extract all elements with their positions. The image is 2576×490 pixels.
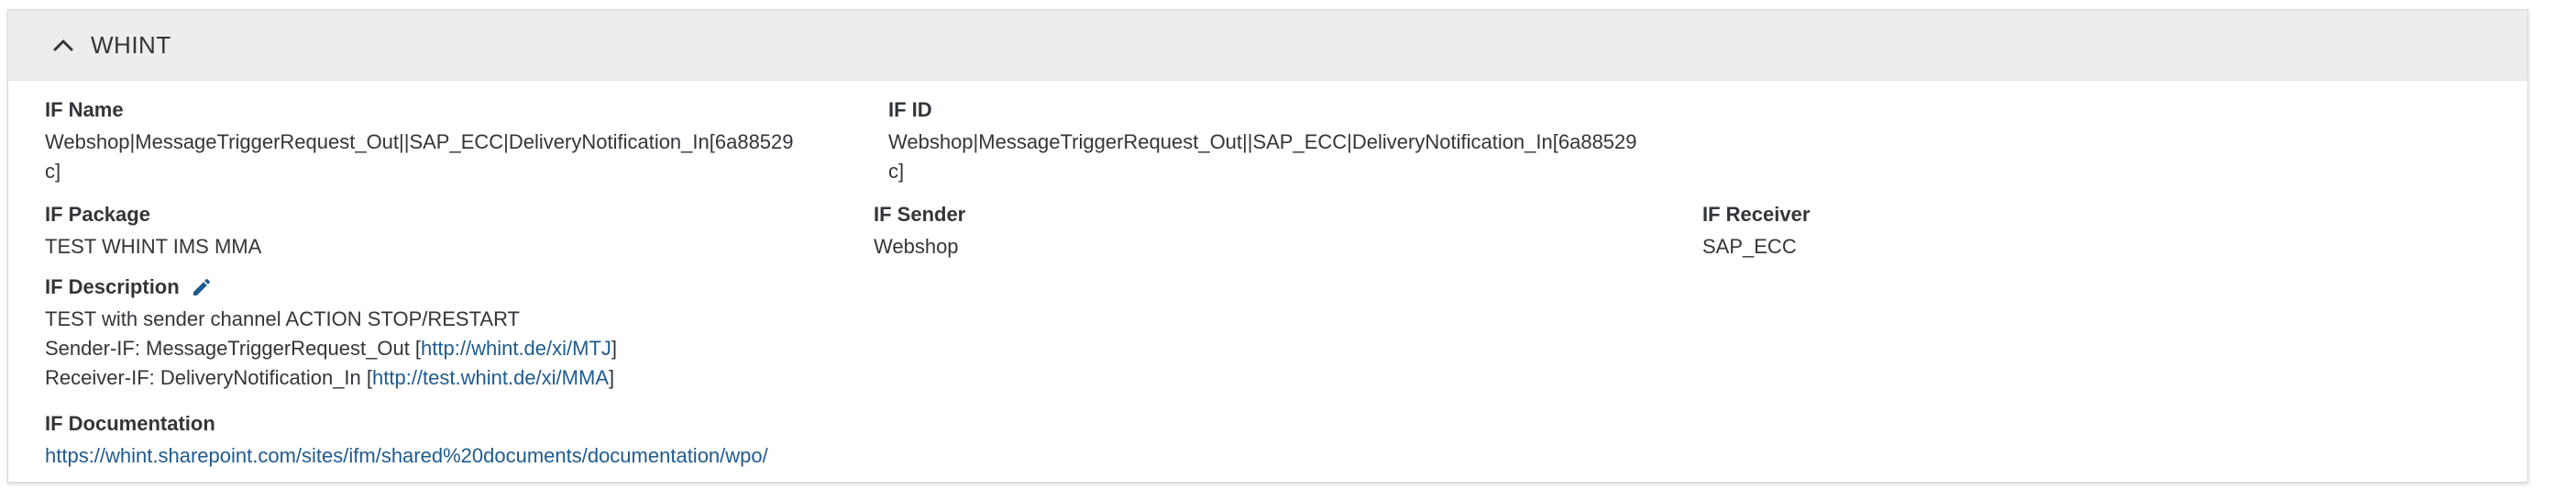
if-description-line-2: Sender-IF: MessageTriggerRequest_Out [ht… xyxy=(45,334,617,363)
if-sender-value: Webshop xyxy=(874,235,959,258)
pencil-icon[interactable] xyxy=(191,276,213,298)
if-description-header: IF Description xyxy=(45,273,617,301)
if-id-label: IF ID xyxy=(888,98,932,121)
if-description-label: IF Description xyxy=(45,275,180,298)
if-name-label: IF Name xyxy=(45,98,124,121)
if-receiver-value: SAP_ECC xyxy=(1702,235,1797,258)
chevron-up-icon[interactable] xyxy=(50,32,76,58)
if-description-receiver-text: Receiver-IF: DeliveryNotification_In [ xyxy=(45,366,373,389)
if-package-field: IF Package TEST WHINT IMS MMA xyxy=(45,201,261,262)
if-receiver-label: IF Receiver xyxy=(1702,203,1811,226)
if-description-sender-text: Sender-IF: MessageTriggerRequest_Out [ xyxy=(45,337,422,360)
if-description-sender-bracket: ] xyxy=(611,337,618,360)
panel-title: WHINT xyxy=(91,30,171,59)
if-description-line-1: TEST with sender channel ACTION STOP/RES… xyxy=(45,307,520,330)
if-name-value: Webshop|MessageTriggerRequest_Out||SAP_E… xyxy=(45,130,794,183)
if-id-value: Webshop|MessageTriggerRequest_Out||SAP_E… xyxy=(888,130,1637,183)
documentation-link[interactable]: https://whint.sharepoint.com/sites/ifm/s… xyxy=(45,444,768,467)
if-description-line-3: Receiver-IF: DeliveryNotification_In [ht… xyxy=(45,363,617,393)
if-package-label: IF Package xyxy=(45,203,150,226)
sender-if-link[interactable]: http://whint.de/xi/MTJ xyxy=(421,337,611,360)
if-description-field: IF Description TEST with sender channel … xyxy=(45,273,617,393)
if-package-value: TEST WHINT IMS MMA xyxy=(45,235,262,258)
if-id-field: IF ID Webshop|MessageTriggerRequest_Out|… xyxy=(888,96,1640,186)
if-documentation-value: https://whint.sharepoint.com/sites/ifm/s… xyxy=(45,441,768,471)
whint-panel: WHINT IF Name Webshop|MessageTriggerRequ… xyxy=(7,9,2528,483)
if-receiver-field: IF Receiver SAP_ECC xyxy=(1702,201,1810,262)
if-description-receiver-bracket: ] xyxy=(609,366,615,389)
if-sender-field: IF Sender Webshop xyxy=(874,201,965,262)
if-sender-label: IF Sender xyxy=(874,203,966,226)
receiver-if-link[interactable]: http://test.whint.de/xi/MMA xyxy=(372,366,609,389)
if-documentation-label: IF Documentation xyxy=(45,412,215,435)
panel-header[interactable]: WHINT xyxy=(8,10,2527,81)
if-documentation-field: IF Documentation https://whint.sharepoin… xyxy=(45,410,768,471)
if-name-field: IF Name Webshop|MessageTriggerRequest_Ou… xyxy=(45,96,797,186)
